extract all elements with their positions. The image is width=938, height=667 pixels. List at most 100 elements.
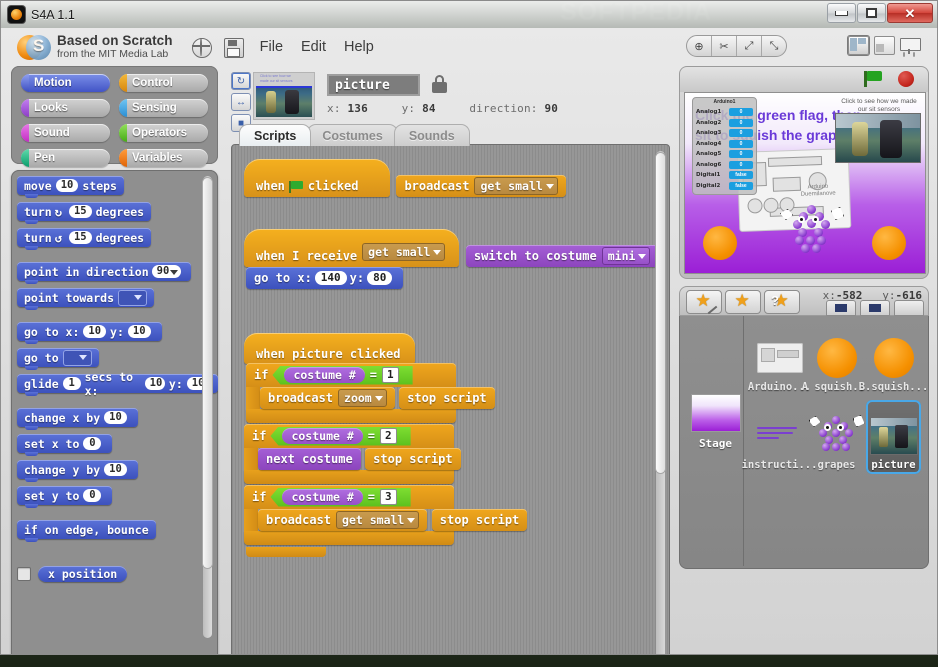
palette-block-glide[interactable]: glide 1 secs to x: 10 y: 10 (17, 370, 218, 398)
category-pen[interactable]: Pen (21, 149, 110, 167)
if-header[interactable]: if costume # = 3 (244, 485, 454, 509)
equals-operator[interactable]: costume # = 1 (272, 365, 413, 385)
operand-input[interactable]: 2 (380, 428, 397, 444)
b-squish-sprite[interactable] (872, 226, 906, 260)
x-input[interactable]: 140 (314, 271, 347, 285)
hat-when-green-flag-clicked[interactable]: when clicked (244, 159, 390, 197)
if-header[interactable]: if costume # = 1 (246, 363, 456, 387)
block-broadcast[interactable]: broadcast zoom (260, 387, 395, 409)
scripts-scrollbar[interactable] (656, 151, 665, 654)
stop-all-button[interactable] (898, 71, 914, 87)
surprise-new-sprite-button[interactable]: ? (764, 290, 800, 314)
minimize-button[interactable] (827, 3, 856, 23)
sprite-name-field[interactable]: picture (327, 74, 420, 96)
palette-block-set-y[interactable]: set y to 0 (17, 486, 113, 508)
palette-block-if-on-edge-bounce[interactable]: if on edge, bounce (17, 520, 156, 542)
sprite-item-instructions[interactable]: instructi... (742, 400, 817, 474)
category-sensing[interactable]: Sensing (119, 99, 208, 117)
script-when-i-receive[interactable]: when I receive get small switch to costu… (244, 229, 669, 289)
palette-scrollbar-thumb[interactable] (203, 178, 212, 568)
block-input[interactable]: 15 (68, 205, 92, 218)
block-if-costume-1[interactable]: if costume # = 1 broadcast zoom stop scr… (246, 363, 527, 423)
operand-input[interactable]: 1 (382, 367, 399, 383)
sprite-item-arduino[interactable]: Arduino... (748, 322, 811, 396)
globe-icon[interactable] (191, 36, 214, 58)
equals-operator[interactable]: costume # = 3 (270, 487, 411, 507)
grapes-sprite[interactable] (780, 205, 844, 257)
palette-block-point-in-direction[interactable]: point in direction 90 (17, 262, 192, 284)
scissors-tool-button[interactable]: ✂ (712, 36, 737, 56)
lock-icon[interactable] (432, 75, 447, 93)
menu-file[interactable]: File (251, 37, 292, 57)
receive-message-dropdown[interactable]: get small (362, 243, 446, 261)
block-input[interactable]: 0 (83, 437, 102, 450)
sprite-item-grapes[interactable]: grapes (808, 400, 865, 474)
block-input[interactable]: 10 (127, 325, 151, 338)
block-dropdown[interactable]: 90 (151, 265, 182, 278)
block-input[interactable]: 10 (104, 411, 127, 424)
operand-input[interactable]: 3 (380, 489, 397, 505)
close-button[interactable]: ✕ (887, 3, 933, 23)
palette-block-go-to-xy[interactable]: go to x: 10 y: 10 (17, 322, 162, 344)
sprite-item-picture[interactable]: picture (866, 400, 921, 474)
normal-stage-layout-button[interactable] (874, 36, 895, 55)
sprite-item-a-squish[interactable]: A squish... (802, 322, 871, 396)
stage-selector-cell[interactable]: Stage (688, 316, 744, 566)
stage-canvas[interactable]: Arduino Duemilanove Click the green flag… (684, 92, 926, 274)
category-control[interactable]: Control (119, 74, 208, 92)
palette-block-turn-ccw[interactable]: turn ↺ 15 degrees (17, 228, 152, 250)
block-stop-script[interactable]: stop script (399, 387, 495, 409)
scripts-scrollbar-thumb[interactable] (656, 153, 665, 473)
arduino-sensor-watcher[interactable]: Arduino1 Analog1 0 Analog2 0 Analog3 0 A… (692, 97, 757, 195)
small-stage-layout-button[interactable] (848, 36, 869, 55)
sprite-item-b-squish[interactable]: B squish... (859, 322, 928, 396)
tab-scripts[interactable]: Scripts (239, 124, 312, 146)
paint-new-sprite-button[interactable] (686, 290, 722, 315)
blank-button[interactable] (894, 300, 924, 316)
grow-tool-button[interactable]: ⤢ (737, 36, 762, 56)
import-new-sprite-button[interactable] (725, 290, 761, 314)
broadcast-dropdown[interactable]: zoom (338, 389, 387, 407)
category-motion[interactable]: Motion (21, 74, 110, 92)
maximize-button[interactable] (857, 3, 886, 23)
rotate-flip-button[interactable]: ↔ (231, 93, 251, 111)
reporter-costume-number[interactable]: costume # (282, 489, 363, 505)
reporter-costume-number[interactable]: costume # (282, 428, 363, 444)
broadcast-dropdown[interactable]: get small (474, 177, 558, 195)
presentation-mode-button[interactable] (900, 37, 921, 54)
palette-scrollbar[interactable] (203, 176, 212, 638)
hat-when-sprite-clicked[interactable]: when picture clicked (244, 333, 415, 364)
block-input[interactable]: 10 (144, 377, 165, 390)
block-broadcast[interactable]: broadcast get small (396, 175, 566, 197)
block-input[interactable]: 10 (104, 463, 127, 476)
show-watchers-button[interactable] (826, 300, 856, 316)
tab-costumes[interactable]: Costumes (307, 124, 398, 146)
category-operators[interactable]: Operators (119, 124, 208, 142)
block-input[interactable]: 10 (55, 179, 79, 192)
edit-background-button[interactable] (860, 300, 890, 316)
x-position-watcher-checkbox[interactable] (17, 567, 31, 581)
palette-block-change-y[interactable]: change y by 10 (17, 460, 138, 482)
block-dropdown[interactable] (62, 349, 92, 366)
script-when-picture-clicked[interactable]: when picture clicked if costume # = 1 br… (244, 333, 528, 557)
save-disk-icon[interactable] (223, 36, 246, 58)
block-next-costume[interactable]: next costume (258, 448, 361, 470)
green-flag-button[interactable] (864, 71, 882, 87)
block-input[interactable]: 15 (68, 231, 92, 244)
a-squish-sprite[interactable] (703, 226, 737, 260)
scripts-canvas[interactable]: when clicked broadcast get small when I … (231, 144, 670, 654)
block-input[interactable]: 10 (83, 325, 107, 338)
equals-operator[interactable]: costume # = 2 (270, 426, 411, 446)
block-broadcast[interactable]: broadcast get small (258, 509, 428, 531)
picture-sprite[interactable] (835, 113, 921, 163)
palette-block-move[interactable]: move 10 steps (17, 176, 124, 198)
block-go-to-xy[interactable]: go to x: 140 y: 80 (246, 267, 404, 289)
palette-block-list[interactable]: move 10 steps turn ↻ 15 degrees turn ↺ 1… (11, 170, 218, 654)
block-input[interactable]: 1 (62, 377, 81, 390)
block-input[interactable]: 0 (83, 489, 102, 502)
palette-block-point-towards[interactable]: point towards (17, 288, 155, 310)
block-stop-script[interactable]: stop script (431, 509, 528, 531)
palette-reporter-x-position[interactable]: x position (38, 566, 128, 582)
script-greenflag[interactable]: when clicked broadcast get small (244, 159, 566, 197)
shrink-tool-button[interactable]: ⤡ (762, 36, 786, 56)
